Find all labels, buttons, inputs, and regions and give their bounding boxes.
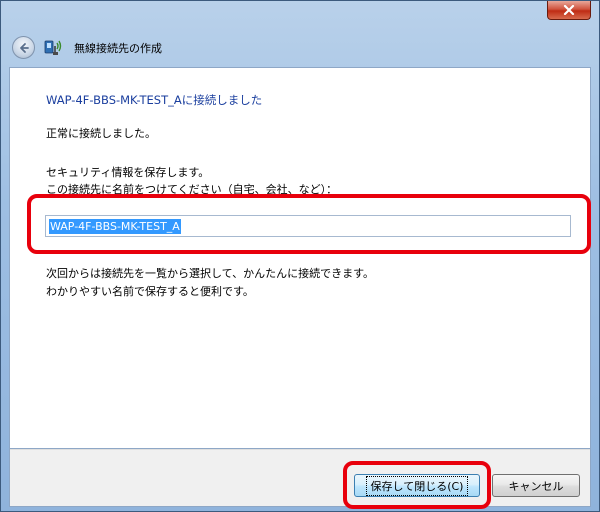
- wizard-nav-bar: 無線接続先の作成: [2, 27, 598, 67]
- connected-text: 正常に接続しました。: [46, 127, 156, 140]
- content-panel: WAP-4F-BBS-MK-TEST_Aに接続しました 正常に接続しました。 セ…: [9, 67, 591, 449]
- back-button[interactable]: [12, 36, 35, 59]
- network-icon: [44, 40, 62, 55]
- save-info-text-line2: この接続先に名前をつけてください（自宅、会社、など）：: [46, 183, 338, 196]
- button-bar: 保存して閉じる(C) キャンセル: [9, 449, 591, 507]
- footer-divider: [10, 449, 590, 450]
- title-bar: [1, 1, 599, 27]
- save-and-close-button[interactable]: 保存して閉じる(C): [354, 474, 480, 497]
- cancel-label: キャンセル: [508, 479, 564, 493]
- save-info-text-line1: セキュリティ情報を保存します。: [46, 166, 210, 179]
- save-and-close-label: 保存して閉じる(C): [365, 475, 469, 496]
- connection-name-value: WAP-4F-BBS-MK-TEST_A: [49, 219, 181, 234]
- hint-text-line1: 次回からは接続先を一覧から選択して、かんたんに接続できます。: [46, 267, 375, 280]
- hint-text-line2: わかりやすい名前で保存すると便利です。: [46, 285, 254, 298]
- connection-name-input[interactable]: WAP-4F-BBS-MK-TEST_A: [45, 215, 571, 237]
- wizard-title: 無線接続先の作成: [74, 42, 162, 55]
- wizard-window: 無線接続先の作成 WAP-4F-BBS-MK-TEST_Aに接続しました 正常に…: [0, 0, 600, 512]
- back-arrow-icon: [19, 42, 29, 53]
- cancel-button[interactable]: キャンセル: [492, 474, 580, 497]
- close-icon: [563, 5, 575, 15]
- close-button[interactable]: [547, 1, 591, 20]
- connection-heading: WAP-4F-BBS-MK-TEST_Aに接続しました: [46, 93, 263, 107]
